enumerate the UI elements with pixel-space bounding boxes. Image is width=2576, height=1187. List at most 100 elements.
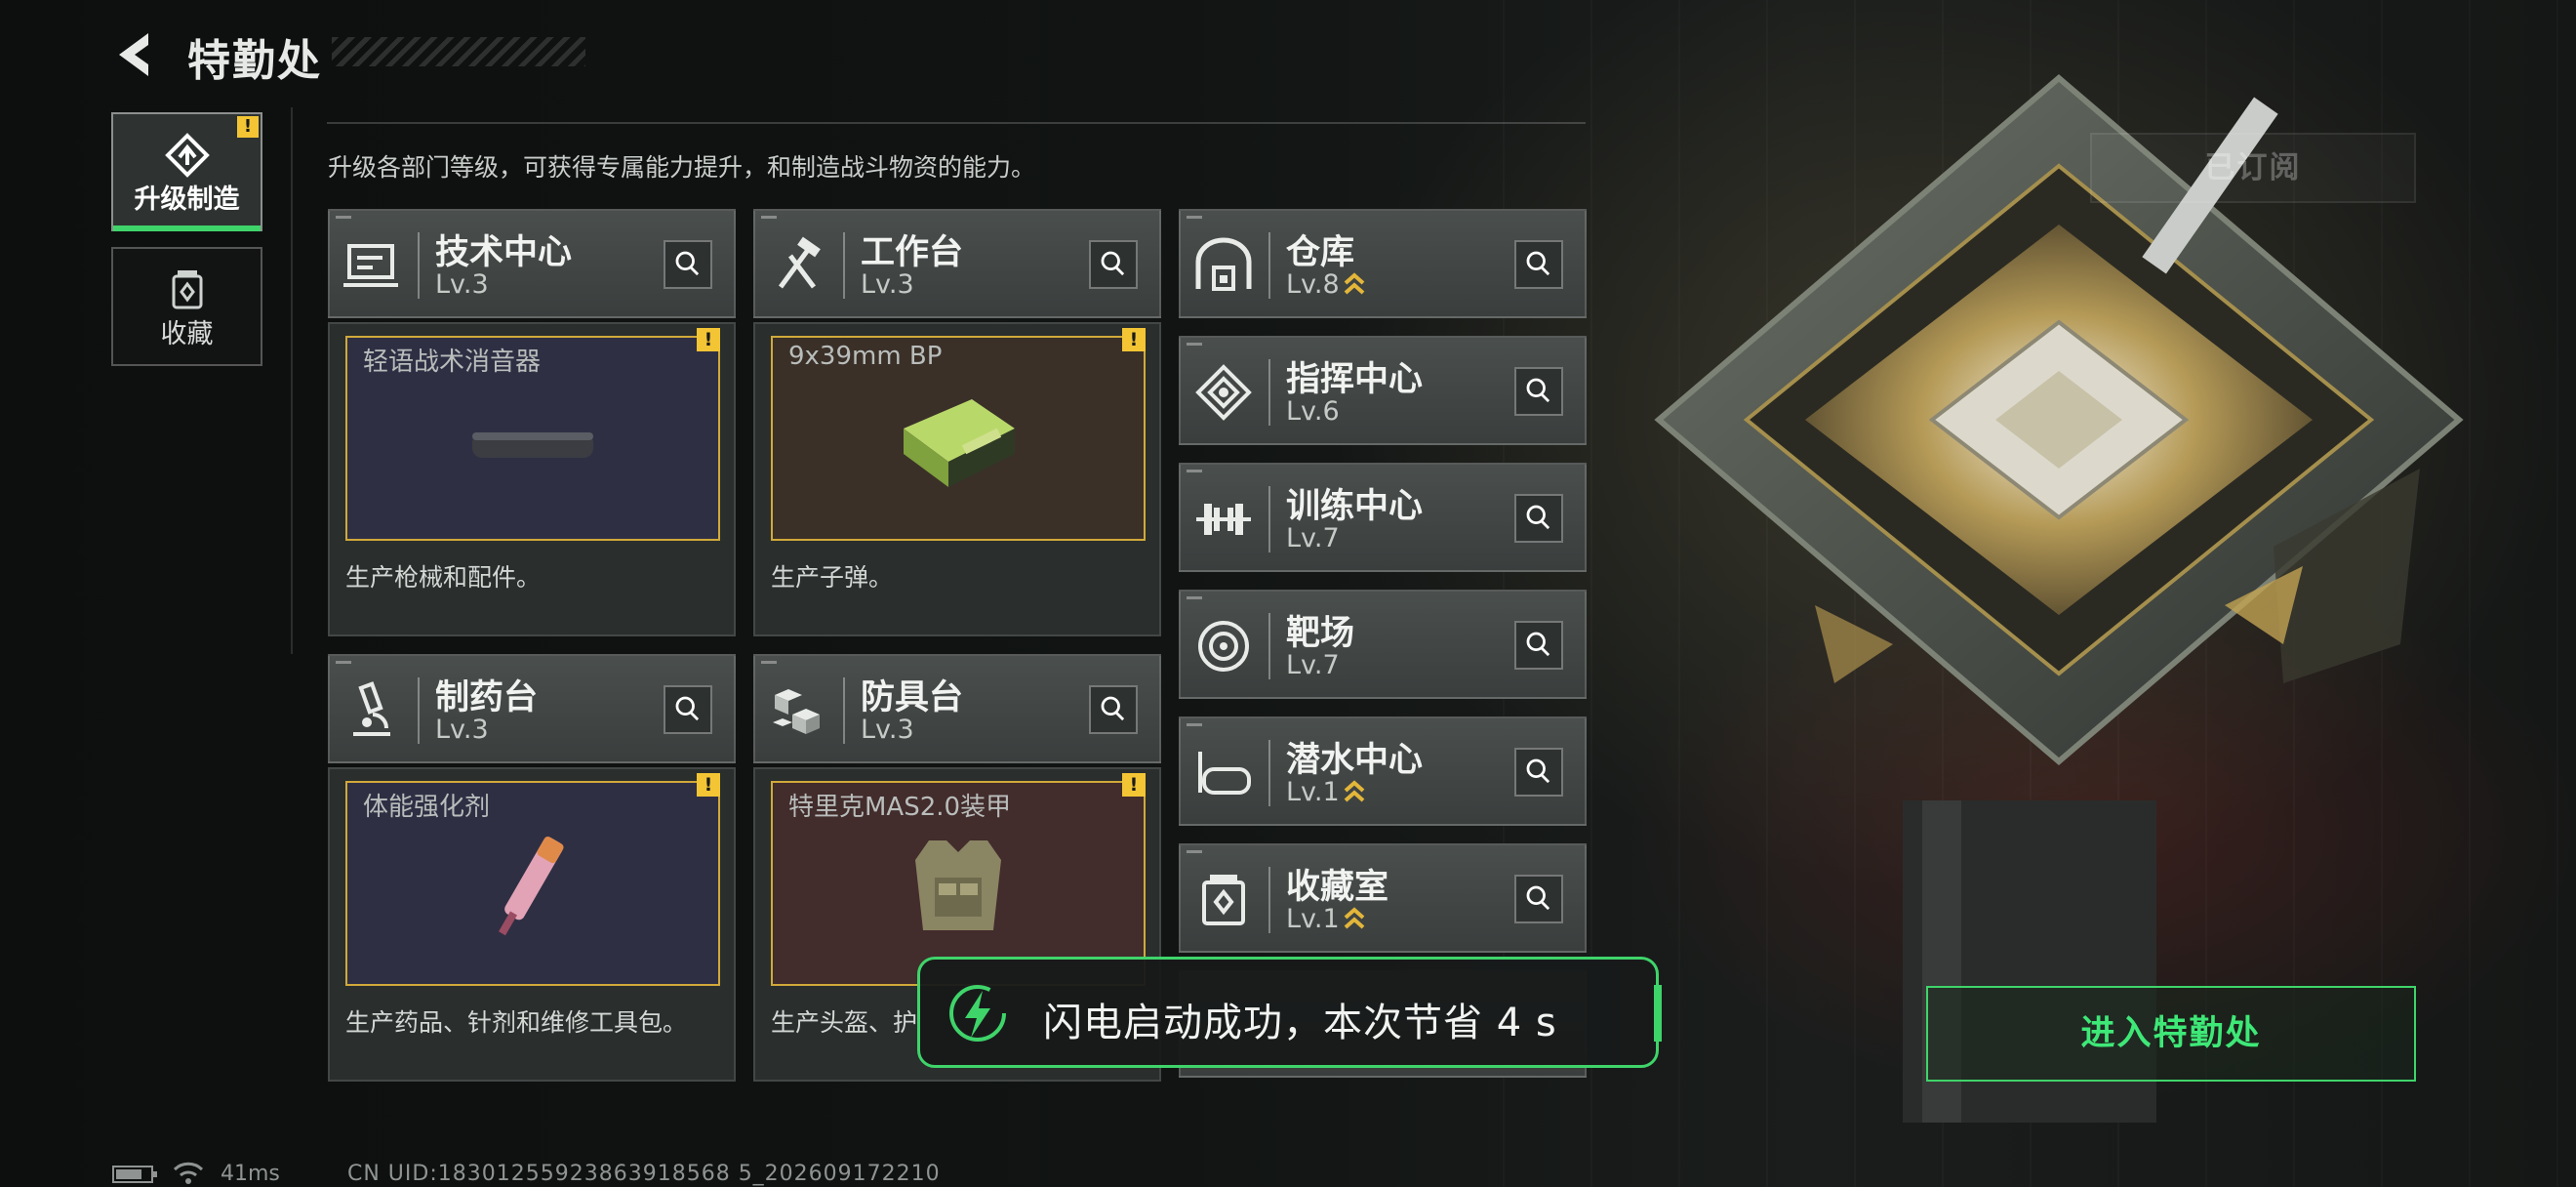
card-notch bbox=[336, 216, 351, 219]
upgrade-chevron-icon bbox=[1344, 272, 1365, 295]
facility-name: 潜水中心 bbox=[1286, 741, 1424, 780]
facility-level-row: Lv.1 bbox=[1286, 777, 1365, 807]
search-button[interactable] bbox=[664, 240, 712, 289]
battery-icon bbox=[112, 1166, 157, 1183]
facility-level: Lv.3 bbox=[861, 269, 914, 300]
subscribed-button[interactable]: 已订阅 bbox=[2090, 133, 2416, 203]
search-icon bbox=[1526, 758, 1550, 784]
card-separator bbox=[1268, 359, 1270, 426]
alert-badge: ! bbox=[697, 773, 720, 797]
wifi-icon bbox=[173, 1162, 204, 1184]
facility-name: 防具台 bbox=[861, 678, 964, 717]
production-slot[interactable]: 特里克MAS2.0装甲 ! bbox=[771, 773, 1146, 986]
search-button[interactable] bbox=[664, 685, 712, 734]
facility-level: Lv.6 bbox=[1286, 396, 1340, 427]
facility-card-workbench[interactable]: 工作台 Lv.3 bbox=[753, 209, 1161, 318]
special-ops-cube-artwork bbox=[1654, 74, 2464, 1123]
tab-upgrade-craft[interactable]: 升级制造 ! bbox=[111, 112, 262, 231]
upgrade-craft-icon bbox=[164, 133, 210, 178]
production-slot[interactable]: 轻语战术消音器 ! bbox=[345, 328, 720, 541]
alert-badge: ! bbox=[237, 116, 259, 138]
facility-level: Lv.3 bbox=[435, 715, 489, 745]
card-notch bbox=[1187, 343, 1202, 346]
card-separator bbox=[1268, 613, 1270, 679]
search-button[interactable] bbox=[1089, 685, 1138, 734]
alert-badge: ! bbox=[1122, 328, 1146, 351]
production-card-tech-center[interactable]: 轻语战术消音器 ! 生产枪械和配件。 bbox=[328, 322, 736, 636]
facility-level-row: Lv.8 bbox=[1286, 269, 1365, 300]
facility-card-diving-center[interactable]: 潜水中心 Lv.1 bbox=[1179, 716, 1587, 826]
active-tab-indicator bbox=[113, 225, 261, 231]
search-icon bbox=[1526, 885, 1550, 911]
item-name: 特里克MAS2.0装甲 bbox=[788, 793, 1012, 822]
diving-center-icon bbox=[1198, 752, 1251, 795]
facility-card-collection-room[interactable]: 收藏室 Lv.1 bbox=[1179, 843, 1587, 953]
facility-card-armor-bench[interactable]: 防具台 Lv.3 bbox=[753, 654, 1161, 763]
lightning-icon bbox=[949, 985, 1006, 1042]
card-notch bbox=[761, 216, 777, 219]
search-button[interactable] bbox=[1514, 240, 1563, 289]
facility-level: Lv.3 bbox=[435, 269, 489, 300]
search-button[interactable] bbox=[1514, 875, 1563, 923]
item-name: 轻语战术消音器 bbox=[363, 348, 542, 377]
facility-card-tech-center[interactable]: 技术中心 Lv.3 bbox=[328, 209, 736, 318]
search-button[interactable] bbox=[1089, 240, 1138, 289]
card-separator bbox=[843, 677, 845, 744]
workbench-icon bbox=[778, 236, 821, 289]
card-notch bbox=[1187, 850, 1202, 853]
facility-level: Lv.8 bbox=[1286, 269, 1340, 300]
facility-name: 指挥中心 bbox=[1286, 360, 1424, 399]
page-title: 特勤处 bbox=[187, 36, 322, 86]
enter-special-ops-button[interactable]: 进入特勤处 bbox=[1926, 986, 2416, 1082]
command-center-icon bbox=[1195, 364, 1252, 421]
search-icon bbox=[1101, 251, 1125, 276]
facility-level: Lv.7 bbox=[1286, 523, 1340, 553]
warehouse-icon bbox=[1195, 237, 1252, 291]
card-notch bbox=[1187, 216, 1202, 219]
facility-card-pharmacy[interactable]: 制药台 Lv.3 bbox=[328, 654, 736, 763]
facility-card-command-center[interactable]: 指挥中心 Lv.6 bbox=[1179, 336, 1587, 445]
production-card-workbench[interactable]: 9x39mm BP ! 生产子弹。 bbox=[753, 322, 1161, 636]
search-button[interactable] bbox=[1514, 367, 1563, 416]
tab-upgrade-craft-label: 升级制造 bbox=[134, 184, 240, 215]
tech-center-icon bbox=[343, 244, 398, 287]
search-icon bbox=[675, 696, 700, 721]
facility-level: Lv.1 bbox=[1286, 904, 1340, 934]
facility-card-warehouse[interactable]: 仓库 Lv.8 bbox=[1179, 209, 1587, 318]
facility-name: 技术中心 bbox=[435, 233, 573, 272]
card-notch bbox=[1187, 596, 1202, 599]
search-icon bbox=[1526, 505, 1550, 530]
card-notch bbox=[1187, 723, 1202, 726]
search-button[interactable] bbox=[1514, 621, 1563, 670]
facility-name: 靶场 bbox=[1286, 614, 1355, 653]
facility-level-row: Lv.1 bbox=[1286, 904, 1365, 934]
ping-value: 41ms bbox=[221, 1162, 280, 1186]
facility-card-shooting-range[interactable]: 靶场 Lv.7 bbox=[1179, 590, 1587, 699]
item-name: 9x39mm BP bbox=[788, 342, 943, 371]
facility-card-training-center[interactable]: 训练中心 Lv.7 bbox=[1179, 463, 1587, 572]
toast-edge bbox=[1654, 985, 1662, 1042]
search-button[interactable] bbox=[1514, 494, 1563, 543]
suppressor-image bbox=[472, 432, 593, 458]
user-uid: CN UID:18301255923863918568 5_2026091722… bbox=[347, 1162, 941, 1186]
card-separator bbox=[1268, 232, 1270, 299]
facility-name: 工作台 bbox=[861, 233, 964, 272]
stimulant-syringe-image bbox=[499, 836, 564, 936]
production-card-pharmacy[interactable]: 体能强化剂 ! 生产药品、针剂和维修工具包。 bbox=[328, 767, 736, 1082]
back-arrow-icon[interactable] bbox=[109, 29, 160, 80]
tab-collection[interactable]: 收藏 bbox=[111, 247, 262, 366]
facility-name: 制药台 bbox=[435, 678, 539, 717]
collection-icon bbox=[172, 270, 202, 309]
title-stripe bbox=[332, 37, 585, 66]
item-name: 体能强化剂 bbox=[363, 793, 491, 822]
card-notch bbox=[336, 661, 351, 664]
card-separator bbox=[418, 232, 420, 299]
shooting-range-icon bbox=[1198, 621, 1249, 672]
production-slot[interactable]: 体能强化剂 ! bbox=[345, 773, 720, 986]
search-button[interactable] bbox=[1514, 748, 1563, 797]
search-icon bbox=[675, 251, 700, 276]
production-description: 生产头盔、护 bbox=[771, 1008, 918, 1037]
card-separator bbox=[1268, 867, 1270, 933]
card-separator bbox=[843, 232, 845, 299]
production-slot[interactable]: 9x39mm BP ! bbox=[771, 328, 1146, 541]
